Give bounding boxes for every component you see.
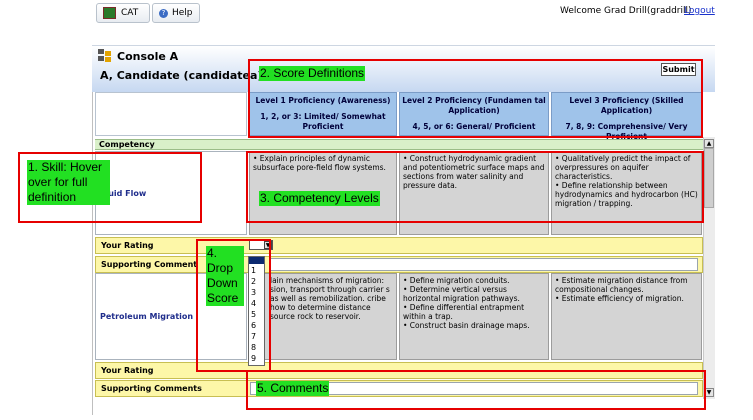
level-1-description: lain mechanisms of migration: sion, tran… xyxy=(249,273,397,360)
annotation-comments: 5. Comments xyxy=(256,381,330,396)
your-rating-label: Your Rating xyxy=(101,241,154,250)
skill-column-header xyxy=(95,92,247,136)
candidate-name: A, Candidate (candidatea) xyxy=(100,69,263,82)
tab-cat-label: CAT xyxy=(121,8,139,18)
console-title: Console A xyxy=(117,50,179,63)
page-left-border xyxy=(92,40,93,415)
your-rating-label: Your Rating xyxy=(101,366,154,375)
top-bar xyxy=(92,20,715,46)
cat-icon xyxy=(103,7,116,19)
annotation-score-definitions: 2. Score Definitions xyxy=(259,66,366,81)
level-2-description: • Define migration conduits. • Determine… xyxy=(399,273,549,360)
supporting-comments-label: Supporting Comment xyxy=(101,260,198,269)
competency-bar: Competency xyxy=(95,139,703,150)
scroll-up-icon[interactable]: ▲ xyxy=(704,139,714,148)
annotation-competency-levels: 3. Competency Levels xyxy=(259,191,380,206)
rating-row: Your Rating xyxy=(95,237,703,254)
scrollbar-thumb[interactable] xyxy=(704,148,714,208)
help-icon: ? xyxy=(159,8,168,18)
welcome-text: Welcome Grad Drill(graddrill) xyxy=(560,6,692,16)
annotation-dropdown: 4. Drop Down Score xyxy=(206,246,244,306)
tab-help[interactable]: ? Help xyxy=(152,3,200,23)
skill-name: Petroleum Migration xyxy=(100,312,194,321)
logout-link[interactable]: Logout xyxy=(684,6,715,16)
level-3-description: • Estimate migration distance from compo… xyxy=(551,273,702,360)
tab-cat[interactable]: CAT xyxy=(96,3,150,23)
tab-help-label: Help xyxy=(172,8,193,18)
annotation-skill: 1. Skill: Hover over for full definition xyxy=(27,160,110,205)
console-icon xyxy=(98,49,112,62)
annotation-competency-levels-box xyxy=(246,151,704,223)
supporting-comments-label: Supporting Comments xyxy=(101,384,202,393)
supporting-comments-input[interactable] xyxy=(270,258,698,271)
